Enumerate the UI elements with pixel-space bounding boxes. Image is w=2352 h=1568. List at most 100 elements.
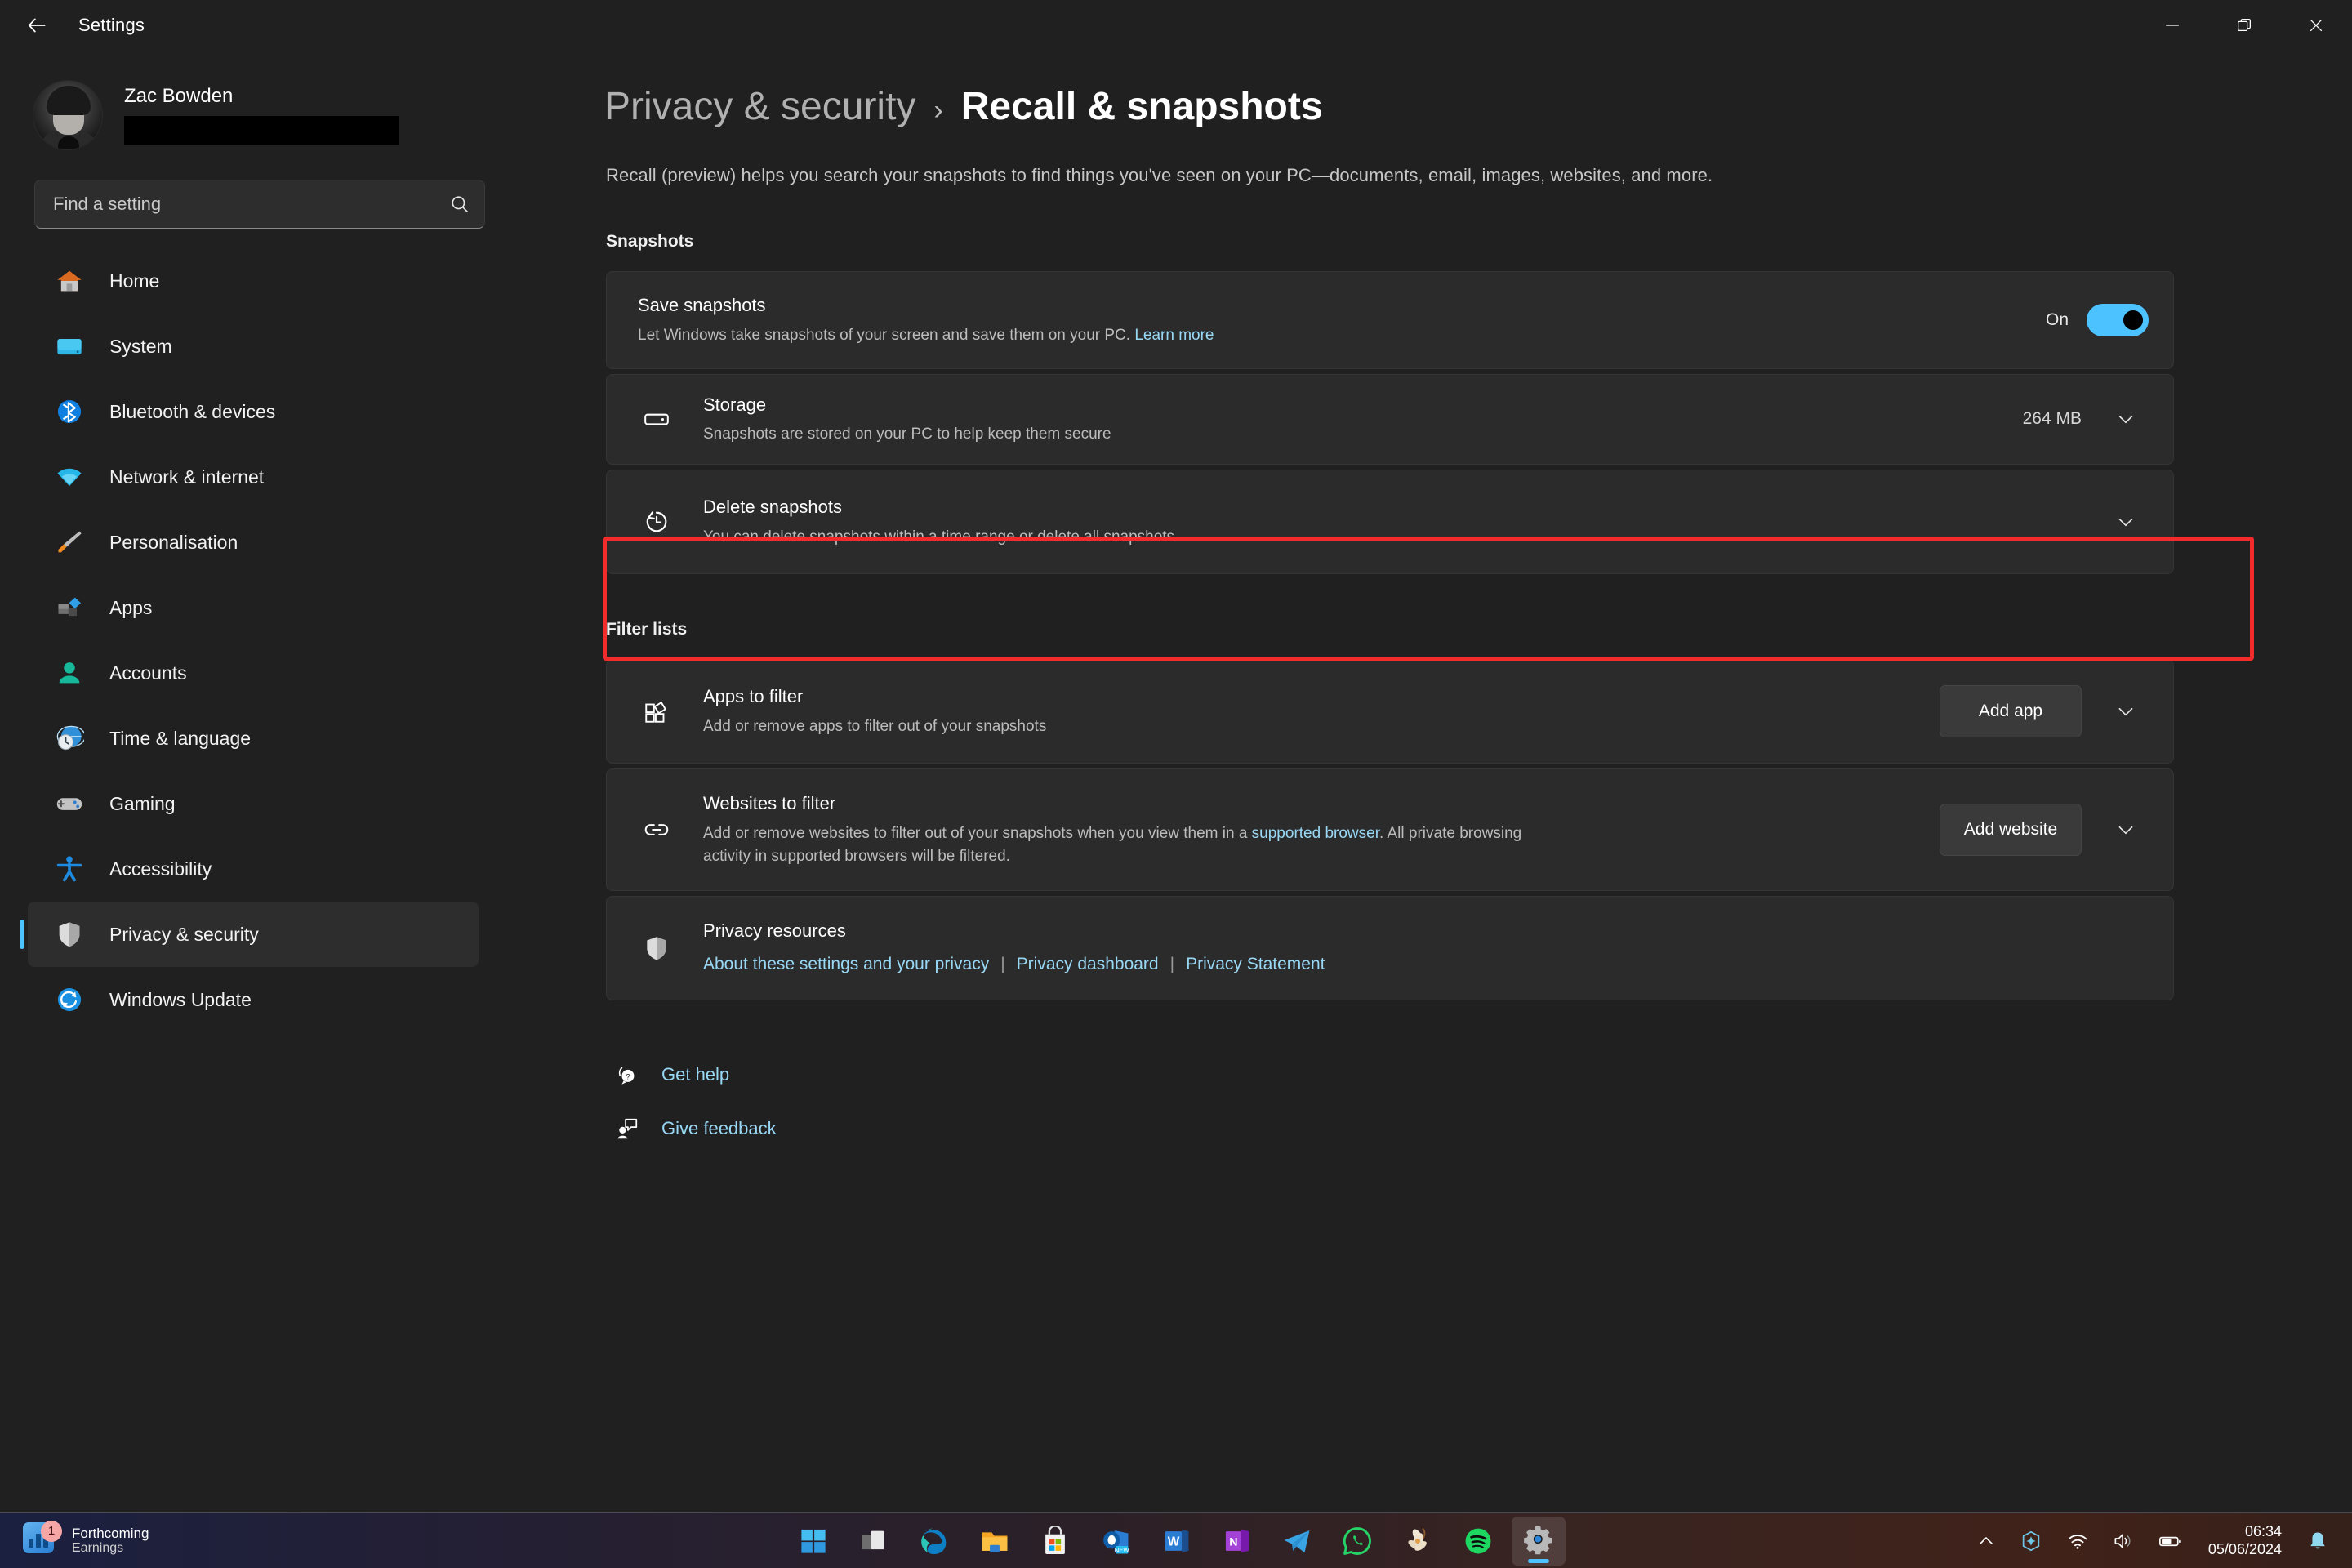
give-feedback-link[interactable]: Give feedback [606, 1102, 2352, 1156]
sidebar-item-bluetooth-devices[interactable]: Bluetooth & devices [28, 379, 479, 444]
widget-title: Forthcoming [72, 1526, 149, 1542]
learn-more-link[interactable]: Learn more [1134, 327, 1214, 344]
taskbar-microsoft-edge[interactable] [907, 1517, 961, 1566]
sidebar-item-gaming[interactable]: Gaming [28, 771, 479, 836]
tray-notifications-button[interactable] [2296, 1518, 2339, 1564]
link-icon [635, 808, 679, 852]
chevron-down-icon[interactable] [2103, 499, 2149, 545]
back-arrow-icon [26, 15, 47, 36]
taskbar-file-explorer[interactable] [968, 1517, 1022, 1566]
card-storage[interactable]: Storage Snapshots are stored on your PC … [606, 374, 2174, 465]
sidebar-item-windows-update[interactable]: Windows Update [28, 967, 479, 1032]
taskbar-outlook[interactable]: NEW [1089, 1517, 1143, 1566]
sidebar-item-apps[interactable]: Apps [28, 575, 479, 640]
maximize-button[interactable] [2208, 0, 2280, 51]
taskbar-whatsapp[interactable] [1330, 1517, 1384, 1566]
taskbar-telegram[interactable] [1270, 1517, 1324, 1566]
tray-overflow-button[interactable] [1967, 1518, 2006, 1564]
save-snapshots-toggle[interactable] [2087, 304, 2149, 336]
wifi-icon [2066, 1530, 2089, 1552]
chevron-down-icon[interactable] [2103, 688, 2149, 734]
word-icon: W [1160, 1526, 1192, 1557]
breadcrumb-parent[interactable]: Privacy & security [604, 83, 915, 131]
footer-link-label: Give feedback [662, 1118, 777, 1139]
get-help-link[interactable]: ? Get help [606, 1048, 2352, 1102]
sidebar-item-privacy-security[interactable]: Privacy & security [28, 902, 479, 967]
sidebar-item-system[interactable]: System [28, 314, 479, 379]
tray-copilot-button[interactable] [2009, 1518, 2053, 1564]
accessibility-icon [51, 850, 88, 888]
sidebar-nav: Home System [0, 248, 506, 1032]
toggle-state-label: On [2046, 310, 2069, 330]
card-save-snapshots[interactable]: Save snapshots Let Windows take snapshot… [606, 271, 2174, 369]
clock-time: 06:34 [2208, 1523, 2282, 1541]
sidebar-item-label: Network & internet [109, 466, 264, 488]
help-question-icon: ? [606, 1062, 648, 1087]
sidebar-item-label: Time & language [109, 728, 251, 750]
taskbar-settings[interactable] [1512, 1517, 1566, 1566]
breadcrumb-separator: › [933, 94, 942, 127]
card-subtitle-text: Let Windows take snapshots of your scree… [638, 327, 1130, 344]
account-block[interactable]: Zac Bowden [33, 80, 506, 150]
card-subtitle: Snapshots are stored on your PC to help … [703, 423, 1528, 446]
taskbar-start-button[interactable] [786, 1517, 840, 1566]
taskbar: 1 Forthcoming Earnings [0, 1512, 2352, 1568]
privacy-link-dashboard[interactable]: Privacy dashboard [1017, 952, 1159, 977]
chevron-down-icon[interactable] [2103, 807, 2149, 853]
footer-link-label: Get help [662, 1064, 729, 1085]
section-heading-filter-lists: Filter lists [606, 620, 2352, 639]
system-tray: 06:34 05/06/2024 [1967, 1518, 2339, 1564]
home-icon [51, 262, 88, 300]
taskbar-widgets[interactable]: 1 Forthcoming Earnings [23, 1522, 399, 1560]
sidebar-item-label: Home [109, 270, 159, 292]
clock-date: 05/06/2024 [2208, 1541, 2282, 1559]
taskbar-spotify[interactable] [1451, 1517, 1505, 1566]
sidebar-item-accounts[interactable]: Accounts [28, 640, 479, 706]
card-websites-to-filter[interactable]: Websites to filter Add or remove website… [606, 768, 2174, 891]
close-button[interactable] [2280, 0, 2352, 51]
back-button[interactable] [11, 2, 62, 48]
add-app-button[interactable]: Add app [1940, 685, 2082, 737]
sidebar-item-label: Bluetooth & devices [109, 401, 275, 423]
sidebar-item-accessibility[interactable]: Accessibility [28, 836, 479, 902]
search-box[interactable] [34, 180, 485, 229]
maximize-icon [2235, 16, 2253, 34]
sidebar-item-time-language[interactable]: Time & language [28, 706, 479, 771]
sidebar-item-home[interactable]: Home [28, 248, 479, 314]
account-email-redacted [124, 116, 399, 145]
card-delete-snapshots[interactable]: Delete snapshots You can delete snapshot… [606, 470, 2174, 574]
tray-battery-button[interactable] [2148, 1518, 2194, 1564]
add-website-button[interactable]: Add website [1940, 804, 2082, 856]
save-snapshots-toggle-group[interactable]: On [2046, 304, 2149, 336]
search-icon [435, 194, 484, 215]
search-input[interactable] [35, 194, 435, 215]
chevron-down-icon[interactable] [2103, 396, 2149, 442]
whatsapp-icon [1342, 1526, 1373, 1557]
taskbar-vanilla-app[interactable] [1391, 1517, 1445, 1566]
card-apps-to-filter[interactable]: Apps to filter Add or remove apps to fil… [606, 659, 2174, 764]
taskbar-clock[interactable]: 06:34 05/06/2024 [2197, 1523, 2293, 1558]
sidebar-item-personalisation[interactable]: Personalisation [28, 510, 479, 575]
svg-text:W: W [1168, 1535, 1180, 1548]
minimize-button[interactable] [2136, 0, 2208, 51]
store-icon [1040, 1526, 1071, 1557]
card-subtitle-pre: Add or remove websites to filter out of … [703, 825, 1252, 842]
privacy-link-statement[interactable]: Privacy Statement [1186, 952, 1325, 977]
taskbar-microsoft-store[interactable] [1028, 1517, 1082, 1566]
tray-volume-button[interactable] [2102, 1518, 2145, 1564]
sidebar-item-label: Privacy & security [109, 924, 259, 946]
supported-browser-link[interactable]: supported browser [1252, 825, 1379, 842]
taskbar-task-view[interactable] [847, 1517, 901, 1566]
shield-icon [635, 926, 679, 970]
paintbrush-icon [51, 523, 88, 561]
card-title: Apps to filter [703, 684, 1940, 709]
snapshots-card-group: Save snapshots Let Windows take snapshot… [606, 271, 2174, 574]
link-separator: | [1000, 952, 1004, 977]
sidebar-item-label: Windows Update [109, 989, 252, 1011]
taskbar-onenote[interactable]: N [1209, 1517, 1263, 1566]
minimize-icon [2163, 16, 2181, 34]
privacy-link-about[interactable]: About these settings and your privacy [703, 952, 989, 977]
taskbar-word[interactable]: W [1149, 1517, 1203, 1566]
tray-wifi-button[interactable] [2056, 1518, 2099, 1564]
sidebar-item-network-internet[interactable]: Network & internet [28, 444, 479, 510]
